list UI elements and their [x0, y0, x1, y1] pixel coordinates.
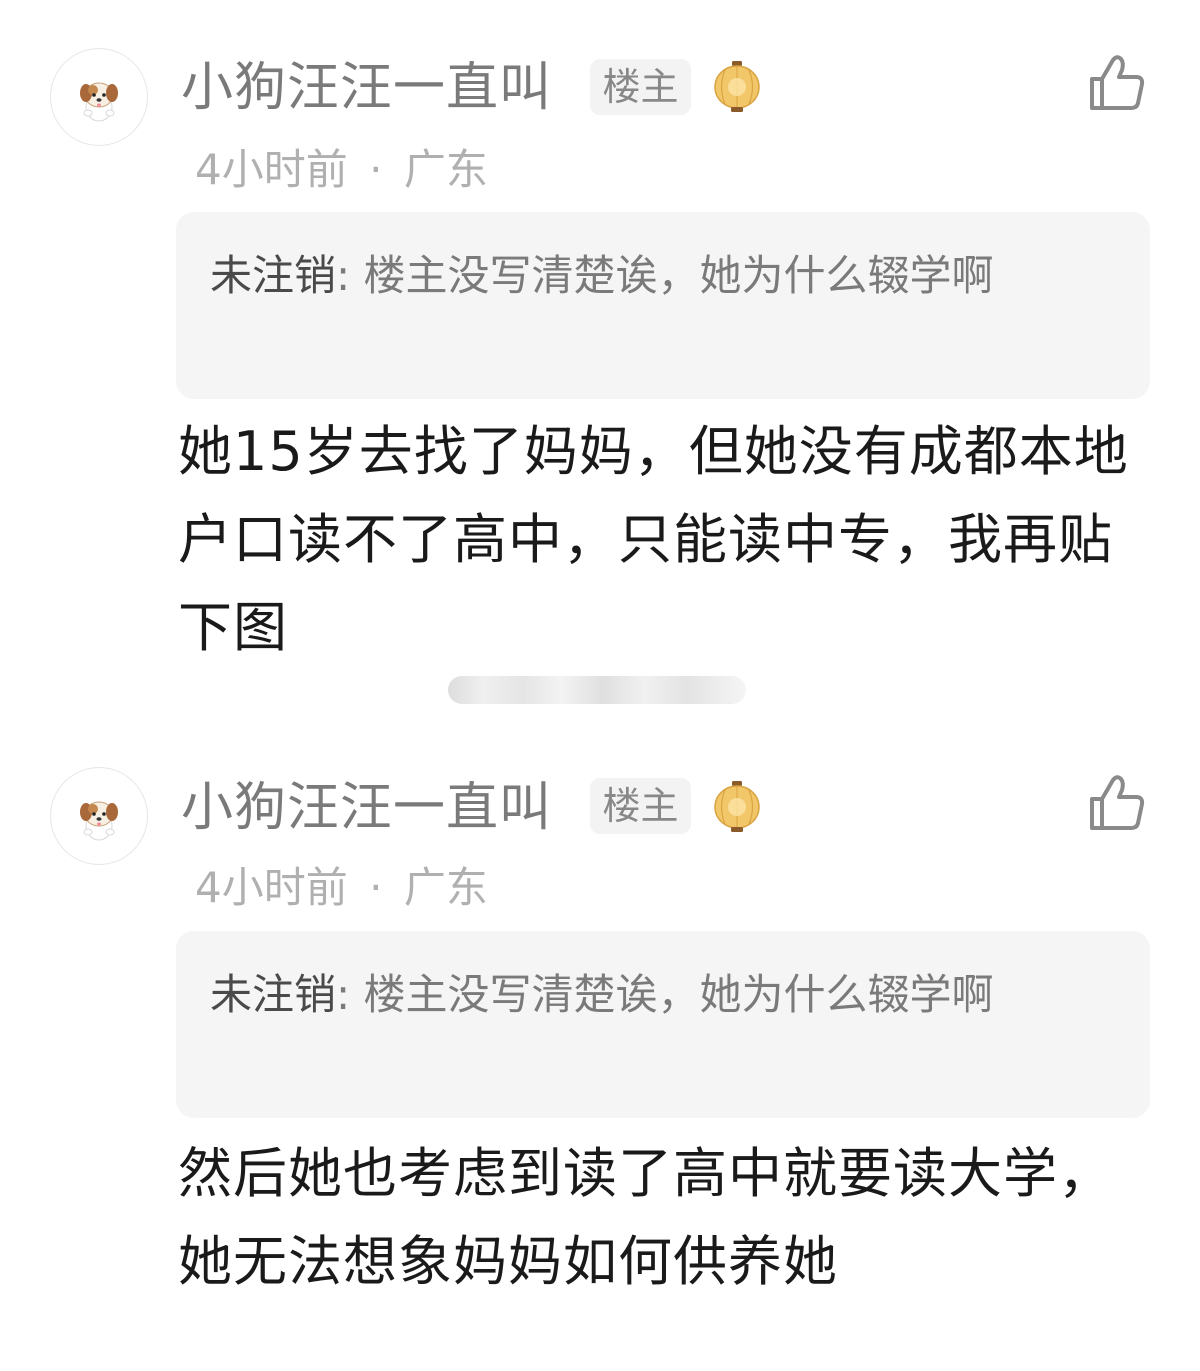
quote-colon: : [336, 970, 364, 1019]
meta-separator: · [369, 145, 383, 194]
op-badge: 楼主 [590, 778, 691, 834]
quote-colon: : [336, 251, 364, 300]
comment-time: 4小时前 [195, 863, 348, 912]
reply-text: 她15岁去找了妈妈，但她没有成都本地户口读不了高中，只能读中专，我再贴下图 [178, 420, 1129, 659]
comment-time: 4小时前 [195, 145, 348, 194]
quote-text: 楼主没写清楚诶，她为什么辍学啊 [363, 251, 994, 300]
puppy-avatar-icon[interactable] [50, 767, 148, 865]
lantern-icon [712, 60, 762, 114]
meta-separator: · [369, 863, 383, 912]
username[interactable]: 小狗汪汪一直叫 [181, 778, 552, 838]
blurred-content [448, 676, 746, 704]
puppy-avatar-icon[interactable] [50, 48, 148, 146]
quote-text: 楼主没写清楚诶，她为什么辍学啊 [363, 970, 994, 1019]
quoted-comment[interactable]: 未注销: 楼主没写清楚诶，她为什么辍学啊 [176, 931, 1150, 1118]
comment-location: 广东 [403, 863, 488, 912]
op-badge: 楼主 [590, 59, 691, 115]
thumbs-up-icon[interactable] [1088, 54, 1146, 112]
comment-meta: 4小时前 · 广东 [195, 863, 488, 913]
comment-meta: 4小时前 · 广东 [195, 145, 488, 195]
quote-author: 未注销 [210, 251, 337, 300]
comment-location: 广东 [403, 145, 488, 194]
reply-text: 然后她也考虑到读了高中就要读大学，她无法想象妈妈如何供养她 [178, 1142, 1113, 1293]
quote-author: 未注销 [210, 970, 337, 1019]
lantern-icon [712, 780, 762, 834]
thumbs-up-icon[interactable] [1088, 774, 1146, 832]
quoted-comment[interactable]: 未注销: 楼主没写清楚诶，她为什么辍学啊 [176, 212, 1150, 399]
username[interactable]: 小狗汪汪一直叫 [181, 58, 552, 118]
